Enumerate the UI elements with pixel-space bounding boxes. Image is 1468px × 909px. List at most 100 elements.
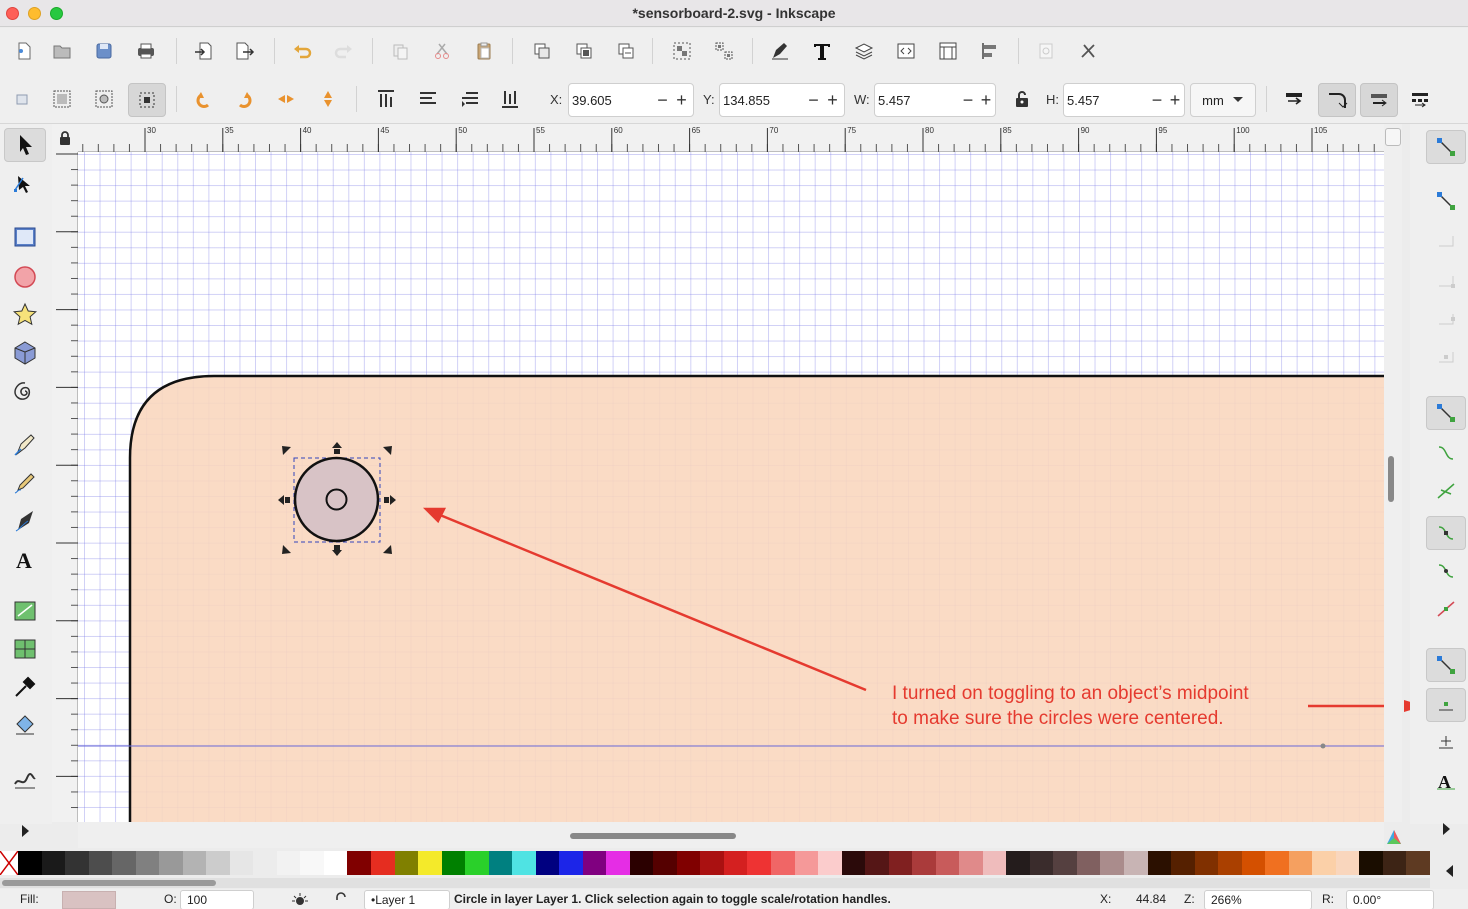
ellipse-tool-icon[interactable] — [4, 260, 46, 294]
color-swatch[interactable] — [1359, 851, 1383, 875]
text-tool-icon[interactable]: A — [4, 542, 46, 576]
zoom-corner-button[interactable] — [1385, 128, 1401, 146]
snap-others-icon[interactable] — [1426, 648, 1466, 682]
color-manage-icon[interactable] — [1385, 828, 1403, 846]
star-tool-icon[interactable] — [4, 298, 46, 332]
redo-icon[interactable] — [328, 35, 360, 67]
xml-editor-icon[interactable] — [890, 35, 922, 67]
unlink-clone-icon[interactable] — [610, 35, 642, 67]
mesh-tool-icon[interactable] — [4, 632, 46, 666]
color-swatch[interactable] — [723, 851, 748, 875]
color-swatch[interactable] — [323, 851, 348, 875]
color-swatch[interactable] — [41, 851, 66, 875]
ungroup-icon[interactable] — [708, 35, 740, 67]
h-input[interactable] — [1064, 92, 1148, 108]
undo-icon[interactable] — [286, 35, 318, 67]
color-swatch[interactable] — [135, 851, 160, 875]
y-input[interactable] — [720, 92, 804, 108]
color-swatch[interactable] — [794, 851, 819, 875]
select-same-icon[interactable] — [88, 83, 120, 115]
color-swatch[interactable] — [1194, 851, 1219, 875]
color-swatch[interactable] — [65, 851, 89, 875]
color-swatch[interactable] — [747, 851, 771, 875]
raise-icon[interactable] — [412, 83, 444, 115]
align-distribute-icon[interactable] — [974, 35, 1006, 67]
color-swatch[interactable] — [1382, 851, 1407, 875]
rotation-field[interactable]: 0.00° — [1346, 890, 1434, 909]
dropper-tool-icon[interactable] — [4, 670, 46, 704]
h-decrement-button[interactable]: − — [1148, 91, 1166, 109]
color-palette[interactable] — [18, 851, 1430, 875]
unit-select[interactable]: mm — [1190, 83, 1256, 117]
color-swatch[interactable] — [512, 851, 536, 875]
w-input[interactable] — [875, 92, 959, 108]
color-swatch[interactable] — [629, 851, 654, 875]
color-swatch[interactable] — [1312, 851, 1336, 875]
snap-bbox-icon[interactable] — [1426, 184, 1466, 218]
group-icon[interactable] — [666, 35, 698, 67]
paint-bucket-tool-icon[interactable] — [4, 708, 46, 742]
calligraphy-tool-icon[interactable] — [4, 504, 46, 538]
raise-to-top-icon[interactable] — [370, 83, 402, 115]
snap-bbox-edge-icon[interactable] — [1426, 224, 1466, 258]
expand-toolbox-icon[interactable] — [4, 814, 46, 848]
layers-icon[interactable] — [848, 35, 880, 67]
color-swatch[interactable] — [653, 851, 677, 875]
fill-stroke-icon[interactable] — [764, 35, 796, 67]
tweak-tool-icon[interactable] — [4, 762, 46, 796]
color-swatch[interactable] — [206, 851, 230, 875]
color-swatch[interactable] — [865, 851, 889, 875]
zoom-field[interactable]: 266% — [1204, 890, 1312, 909]
color-swatch[interactable] — [888, 851, 913, 875]
color-swatch[interactable] — [88, 851, 113, 875]
color-swatch[interactable] — [418, 851, 442, 875]
color-swatch[interactable] — [841, 851, 866, 875]
drawing-canvas[interactable]: I turned on toggling to an object’s midp… — [78, 152, 1384, 822]
y-field[interactable]: −+ — [719, 83, 845, 117]
x-increment-button[interactable]: + — [672, 91, 691, 109]
color-swatch[interactable] — [347, 851, 371, 875]
pen-tool-icon[interactable] — [4, 428, 46, 462]
lower-icon[interactable] — [454, 83, 486, 115]
color-swatch[interactable] — [441, 851, 466, 875]
flip-vertical-icon[interactable] — [312, 83, 344, 115]
x-decrement-button[interactable]: − — [653, 91, 672, 109]
color-swatch[interactable] — [771, 851, 795, 875]
w-decrement-button[interactable]: − — [959, 91, 977, 109]
color-swatch[interactable] — [229, 851, 254, 875]
text-font-icon[interactable] — [806, 35, 838, 67]
w-increment-button[interactable]: + — [977, 91, 995, 109]
duplicate-icon[interactable] — [526, 35, 558, 67]
color-swatch[interactable] — [1053, 851, 1077, 875]
clone-icon[interactable] — [568, 35, 600, 67]
x-input[interactable] — [569, 92, 653, 108]
open-file-icon[interactable] — [46, 35, 78, 67]
color-swatch[interactable] — [1335, 851, 1360, 875]
snap-line-midpoints-icon[interactable] — [1426, 592, 1466, 626]
color-swatch[interactable] — [1147, 851, 1172, 875]
snap-cusp-nodes-icon[interactable] — [1426, 516, 1466, 550]
transform-patterns-icon[interactable] — [1404, 83, 1436, 115]
color-swatch[interactable] — [1029, 851, 1054, 875]
y-decrement-button[interactable]: − — [804, 91, 823, 109]
snap-smooth-nodes-icon[interactable] — [1426, 554, 1466, 588]
snap-object-midpoint-icon[interactable] — [1426, 688, 1466, 722]
horizontal-scroll-thumb[interactable] — [570, 833, 736, 839]
h-increment-button[interactable]: + — [1166, 91, 1184, 109]
document-properties-icon[interactable] — [932, 35, 964, 67]
y-increment-button[interactable]: + — [823, 91, 842, 109]
vertical-scroll-thumb[interactable] — [1388, 456, 1394, 502]
color-swatch[interactable] — [370, 851, 395, 875]
snap-path-intersection-icon[interactable] — [1426, 474, 1466, 508]
snap-bbox-center-icon[interactable] — [1426, 340, 1466, 374]
node-tool-icon[interactable] — [4, 168, 46, 202]
rotate-ccw-icon[interactable] — [188, 83, 220, 115]
color-swatch[interactable] — [1171, 851, 1195, 875]
palette-scroll-left-icon[interactable] — [1442, 862, 1458, 880]
color-swatch[interactable] — [535, 851, 560, 875]
fill-indicator[interactable] — [62, 891, 116, 909]
cut-icon[interactable] — [426, 35, 458, 67]
export-icon[interactable] — [228, 35, 260, 67]
color-swatch[interactable] — [959, 851, 983, 875]
color-swatch[interactable] — [935, 851, 960, 875]
